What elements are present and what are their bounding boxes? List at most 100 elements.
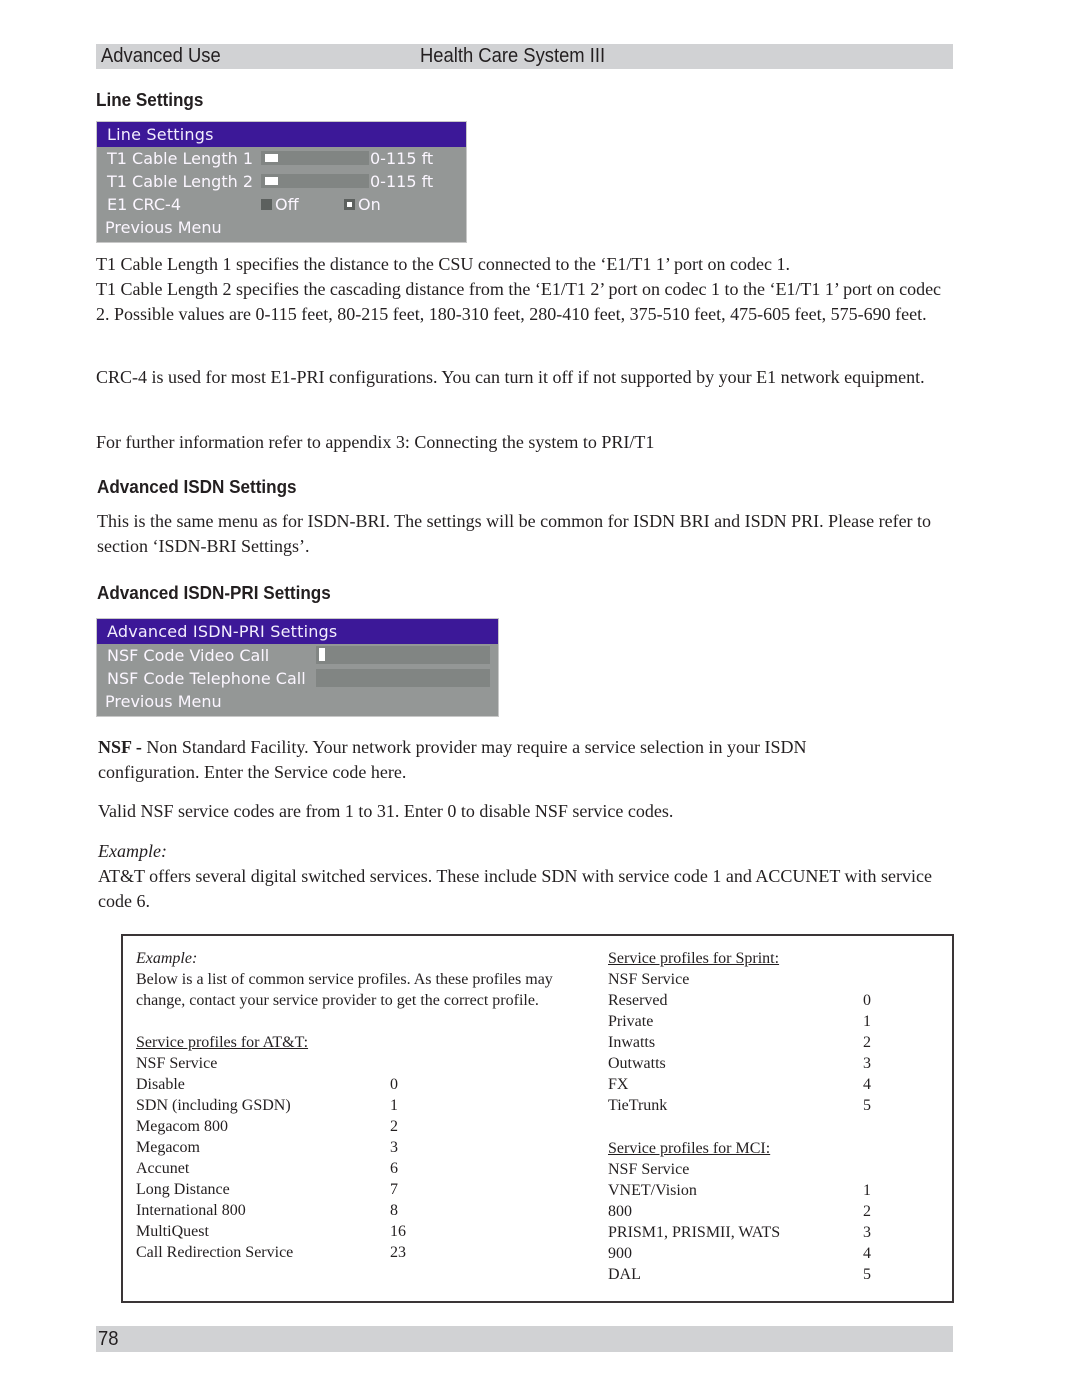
example-intro: Below is a list of common service profil… <box>136 971 553 988</box>
mci-subheading: NSF Service <box>608 1161 690 1178</box>
t1-cable-length-2-slider[interactable] <box>261 174 369 188</box>
crc-off-label[interactable]: Off <box>275 193 299 216</box>
menu-row-nsf-telephone[interactable]: NSF Code Telephone Call <box>97 667 498 690</box>
att-subheading: NSF Service <box>136 1055 218 1072</box>
profile-name: Megacom 800 <box>136 1118 228 1135</box>
sprint-heading: Service profiles for Sprint: <box>608 950 780 967</box>
t1-cable-length-1-slider[interactable] <box>261 151 369 165</box>
previous-menu-item[interactable]: Previous Menu <box>105 690 222 713</box>
crc-on-radio[interactable] <box>344 199 355 210</box>
profile-name: Disable <box>136 1076 185 1093</box>
slider-handle[interactable] <box>265 154 278 162</box>
att-heading: Service profiles for AT&T: <box>136 1034 309 1051</box>
menu-row-previous[interactable]: Previous Menu <box>97 216 466 239</box>
text-cursor <box>319 648 325 661</box>
profile-code: 1 <box>390 1097 398 1114</box>
profile-name: Long Distance <box>136 1181 230 1198</box>
document-title: Health Care System III <box>420 45 606 67</box>
crc-on-label[interactable]: On <box>358 193 381 216</box>
menu-row-label: E1 CRC-4 <box>107 195 181 214</box>
advanced-isdn-heading: Advanced ISDN Settings <box>97 477 297 497</box>
page-footer: 78 <box>96 1326 953 1352</box>
menu-row-previous[interactable]: Previous Menu <box>97 690 498 713</box>
profile-name: 800 <box>608 1203 632 1220</box>
profile-code: 8 <box>390 1202 398 1219</box>
menu-row-label: T1 Cable Length 1 <box>107 149 253 168</box>
menu-row-nsf-video[interactable]: NSF Code Video Call <box>97 644 498 667</box>
profile-code: 5 <box>863 1097 871 1114</box>
menu-row-value: 0-115 ft <box>370 172 434 191</box>
profile-name: International 800 <box>136 1202 246 1219</box>
menu-row-label: T1 Cable Length 2 <box>107 172 253 191</box>
sprint-subheading: NSF Service <box>608 971 690 988</box>
profile-name: Reserved <box>608 992 668 1009</box>
example-label: Example: <box>98 841 167 861</box>
page-number: 78 <box>98 1328 119 1350</box>
profile-code: 2 <box>390 1118 398 1135</box>
profile-name: 900 <box>608 1245 632 1262</box>
nsf-paragraph: NSF - Non Standard Facility. Your networ… <box>98 735 898 785</box>
mci-heading: Service profiles for MCI: <box>608 1140 771 1157</box>
slider-handle[interactable] <box>265 177 278 185</box>
menu-row-label: NSF Code Video Call <box>107 646 270 665</box>
nsf-video-call-input[interactable] <box>316 646 490 664</box>
profile-code: 16 <box>390 1223 406 1240</box>
profile-name: SDN (including GSDN) <box>136 1097 291 1114</box>
menu-row-label: NSF Code Telephone Call <box>107 669 306 688</box>
profile-name: Inwatts <box>608 1034 656 1051</box>
profile-code: 7 <box>390 1181 398 1198</box>
paragraph: This is the same menu as for ISDN-BRI. T… <box>97 511 932 556</box>
profile-code: 6 <box>390 1160 398 1177</box>
profile-code: 3 <box>863 1055 871 1072</box>
profile-code: 2 <box>863 1034 871 1051</box>
profile-code: 23 <box>390 1244 406 1261</box>
advanced-isdn-pri-heading: Advanced ISDN-PRI Settings <box>97 583 331 603</box>
profile-name: PRISM1, PRISMII, WATS <box>608 1224 781 1241</box>
profile-code: 1 <box>863 1182 871 1199</box>
paragraph: CRC-4 is used for most E1-PRI configurat… <box>96 367 925 387</box>
profile-name: TieTrunk <box>608 1097 668 1114</box>
paragraph: T1 Cable Length 1 specifies the distance… <box>96 254 790 274</box>
profile-name: Private <box>608 1013 654 1030</box>
example-intro: change, contact your service provider to… <box>136 992 539 1009</box>
profile-name: Megacom <box>136 1139 200 1156</box>
crc-off-radio[interactable] <box>261 199 272 210</box>
previous-menu-item[interactable]: Previous Menu <box>105 216 222 239</box>
profile-name: VNET/Vision <box>608 1182 697 1199</box>
profile-code: 5 <box>863 1266 871 1283</box>
profile-code: 3 <box>390 1139 398 1156</box>
page-header: Advanced Use Health Care System III <box>96 44 953 69</box>
profile-name: Call Redirection Service <box>136 1244 294 1261</box>
example-box-label: Example: <box>136 950 198 967</box>
nsf-description: Non Standard Facility. Your network prov… <box>98 737 807 782</box>
profile-code: 0 <box>863 992 871 1009</box>
nsf-term: NSF - <box>98 737 142 757</box>
paragraph: T1 Cable Length 2 specifies the cascadin… <box>96 279 942 324</box>
line-settings-menu: Line Settings T1 Cable Length 1 0-115 ft… <box>96 121 467 243</box>
menu-row-e1-crc-4: E1 CRC-4 Off On <box>97 193 466 216</box>
profile-code: 1 <box>863 1013 871 1030</box>
profile-code: 4 <box>863 1076 871 1093</box>
profile-code: 0 <box>390 1076 398 1093</box>
profile-name: MultiQuest <box>136 1223 209 1240</box>
menu-row-t1-cable-length-2[interactable]: T1 Cable Length 2 0-115 ft <box>97 170 466 193</box>
line-settings-heading: Line Settings <box>96 90 204 110</box>
profile-code: 3 <box>863 1224 871 1241</box>
menu-row-value: 0-115 ft <box>370 149 434 168</box>
profile-code: 2 <box>863 1203 871 1220</box>
profile-name: FX <box>608 1076 629 1093</box>
menu-title: Advanced ISDN-PRI Settings <box>97 619 498 644</box>
menu-row-t1-cable-length-1[interactable]: T1 Cable Length 1 0-115 ft <box>97 147 466 170</box>
profile-name: DAL <box>608 1266 641 1283</box>
service-profiles-box: Example: Below is a list of common servi… <box>121 934 954 1303</box>
advanced-isdn-pri-menu: Advanced ISDN-PRI Settings NSF Code Vide… <box>96 618 499 717</box>
section-name: Advanced Use <box>101 45 221 67</box>
profile-name: Outwatts <box>608 1055 666 1072</box>
menu-title: Line Settings <box>97 122 466 147</box>
paragraph: Valid NSF service codes are from 1 to 31… <box>98 801 674 821</box>
profile-name: Accunet <box>136 1160 190 1177</box>
paragraph: AT&T offers several digital switched ser… <box>98 866 932 911</box>
nsf-telephone-call-input[interactable] <box>316 669 490 687</box>
profile-code: 4 <box>863 1245 871 1262</box>
paragraph: For further information refer to appendi… <box>96 432 655 452</box>
